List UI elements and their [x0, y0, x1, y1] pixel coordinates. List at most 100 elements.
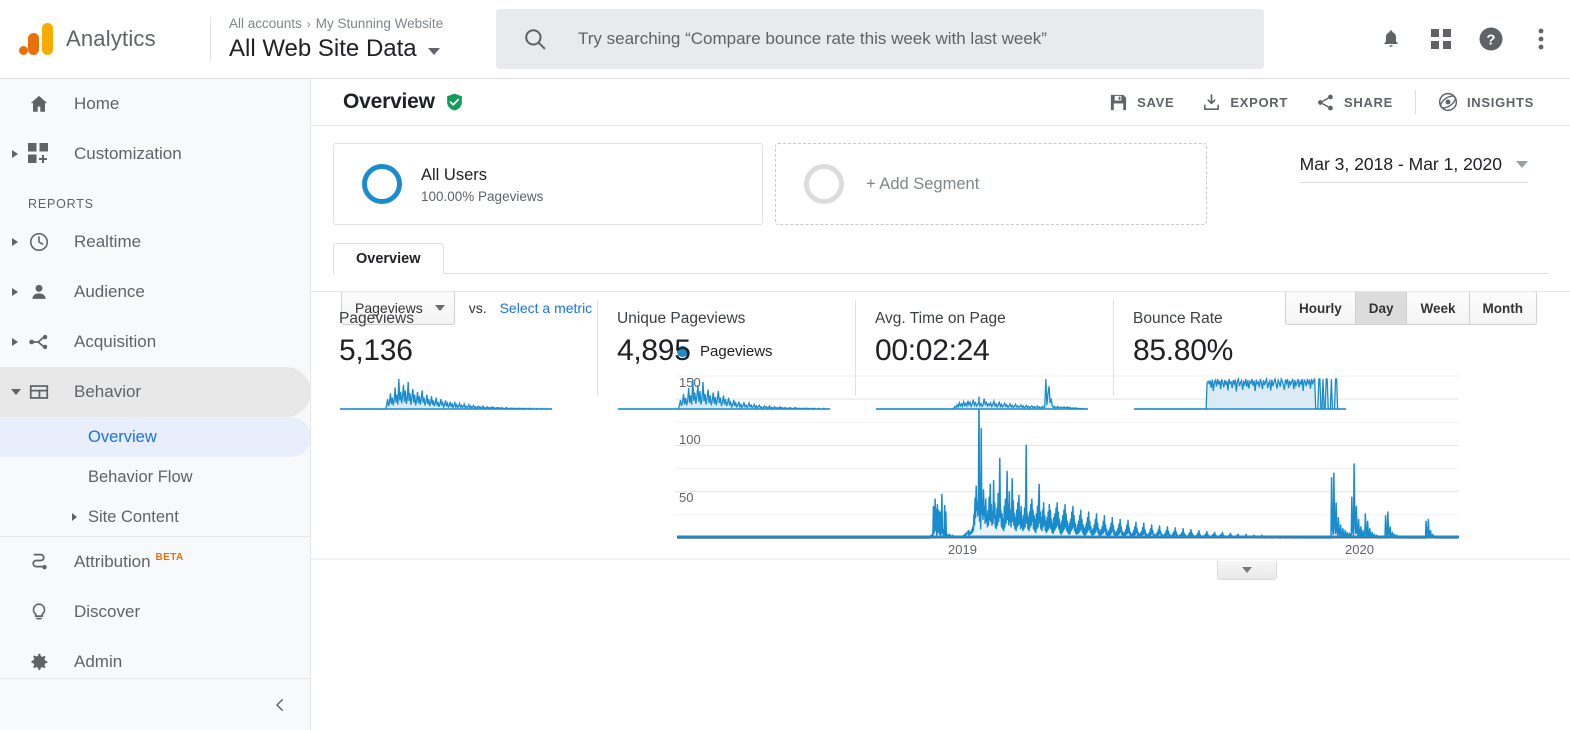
analytics-app: Analytics All accounts›My Stunning Websi…	[0, 0, 1570, 730]
breadcrumb-account[interactable]: All accounts	[229, 16, 302, 31]
export-label: EXPORT	[1230, 95, 1288, 110]
add-segment-ring-icon	[804, 164, 844, 204]
collapse-arrow-icon[interactable]	[11, 389, 21, 395]
brand-title: Analytics	[66, 26, 156, 52]
sidebar-item-attribution[interactable]: Attribution BETA	[0, 537, 311, 587]
metric-value: 85.80%	[1133, 334, 1351, 368]
sidebar-item-customization[interactable]: Customization	[0, 129, 311, 179]
add-segment-button[interactable]: + Add Segment	[775, 143, 1207, 225]
expand-arrow-icon[interactable]	[12, 150, 18, 158]
expand-arrow-icon[interactable]	[12, 338, 18, 346]
export-button[interactable]: EXPORT	[1188, 82, 1302, 122]
clock-icon	[28, 231, 54, 253]
header-actions: SAVE EXPORT SHARE	[1095, 82, 1548, 122]
metric-sparkline	[339, 376, 577, 417]
sidebar-item-home[interactable]: Home	[0, 79, 311, 129]
sidebar-item-behavior[interactable]: Behavior	[0, 367, 311, 417]
metric-card-bounce-rate[interactable]: Bounce Rate 85.80%	[1113, 292, 1351, 417]
breadcrumb-property[interactable]: My Stunning Website	[316, 16, 443, 31]
metric-label: Unique Pageviews	[617, 310, 835, 328]
chevron-down-icon	[1516, 161, 1528, 168]
metric-value: 4,895	[617, 334, 835, 368]
sidebar-subitem-label: Behavior Flow	[88, 468, 193, 487]
sidebar-item-site-content[interactable]: Site Content	[0, 497, 311, 536]
expand-arrow-icon[interactable]	[12, 288, 18, 296]
help-icon[interactable]: ?	[1476, 24, 1506, 54]
insights-button[interactable]: INSIGHTS	[1424, 82, 1548, 122]
granularity-week[interactable]: Week	[1407, 291, 1469, 325]
segment-ring-icon	[362, 164, 402, 204]
sidebar-item-label: Discover	[74, 602, 140, 622]
sidebar: Home Customization REPORTS	[0, 79, 311, 730]
insights-label: INSIGHTS	[1467, 95, 1534, 110]
sidebar-item-acquisition[interactable]: Acquisition	[0, 317, 311, 367]
sidebar-item-realtime[interactable]: Realtime	[0, 217, 311, 267]
person-icon	[28, 281, 54, 303]
top-bar-icons: ?	[1376, 24, 1570, 54]
segment-name: All Users	[421, 165, 543, 186]
bell-icon[interactable]	[1376, 24, 1406, 54]
share-button[interactable]: SHARE	[1302, 82, 1407, 122]
beta-badge: BETA	[156, 552, 184, 563]
chevron-down-icon[interactable]	[428, 48, 440, 55]
expand-arrow-icon[interactable]	[12, 238, 18, 246]
metric-label: Pageviews	[339, 310, 577, 328]
segment-card-all-users[interactable]: All Users 100.00% Pageviews	[333, 143, 763, 225]
account-selector[interactable]: All accounts›My Stunning Website All Web…	[211, 15, 481, 64]
report-tabs: Overview	[333, 243, 1570, 274]
search-icon	[522, 26, 548, 52]
save-button[interactable]: SAVE	[1095, 82, 1188, 122]
date-range-picker[interactable]: Mar 3, 2018 - Mar 1, 2020	[1300, 154, 1528, 183]
sidebar-item-behavior-overview[interactable]: Overview	[0, 417, 311, 457]
tab-overview[interactable]: Overview	[333, 243, 444, 274]
search-area	[496, 9, 1264, 69]
main-content: Overview SAVE	[311, 79, 1570, 730]
svg-text:?: ?	[1486, 32, 1495, 49]
sidebar-item-label: Home	[74, 94, 119, 114]
export-icon	[1202, 93, 1221, 112]
metric-card-avg-time-on-page[interactable]: Avg. Time on Page 00:02:24	[855, 292, 1093, 417]
page-header: Overview SAVE	[311, 79, 1570, 126]
page-title: Overview	[343, 90, 435, 114]
search-input[interactable]	[576, 28, 1236, 50]
metric-card-pageviews[interactable]: Pageviews 5,136	[339, 292, 577, 417]
google-analytics-logo-icon	[16, 19, 56, 59]
tabs-underline	[333, 273, 1549, 274]
search-box[interactable]	[496, 9, 1264, 69]
sidebar-collapse-row[interactable]	[0, 678, 311, 730]
customization-icon	[28, 143, 54, 165]
sidebar-item-label: Admin	[74, 652, 122, 672]
share-label: SHARE	[1344, 95, 1393, 110]
granularity-month[interactable]: Month	[1470, 291, 1537, 325]
granularity-day[interactable]: Day	[1356, 291, 1408, 325]
view-name: All Web Site Data	[229, 34, 417, 64]
attribution-icon	[28, 551, 54, 573]
more-vertical-icon[interactable]	[1526, 24, 1556, 54]
breadcrumb: All accounts›My Stunning Website	[229, 15, 481, 33]
sidebar-item-discover[interactable]: Discover	[0, 587, 311, 637]
sidebar-footer-nav: AttributionBETA Discover Adm	[0, 537, 311, 687]
sidebar-subitem-label: Site Content	[88, 508, 179, 527]
logo-area[interactable]: Analytics	[0, 19, 210, 59]
sidebar-item-behavior-flow[interactable]: Behavior Flow	[0, 457, 311, 497]
metric-card-unique-pageviews[interactable]: Unique Pageviews 4,895	[597, 292, 835, 417]
sidebar-scroll-region: Home Customization REPORTS	[0, 79, 311, 536]
sidebar-item-label: Audience	[74, 282, 145, 302]
sidebar-item-label: Behavior	[74, 382, 141, 402]
sidebar-item-label: Attribution	[74, 552, 151, 571]
insights-icon	[1438, 92, 1458, 112]
metric-sparkline	[1133, 376, 1351, 417]
chevron-left-icon[interactable]	[271, 696, 289, 714]
metric-label: Avg. Time on Page	[875, 310, 1093, 328]
segment-bar: All Users 100.00% Pageviews + Add Segmen…	[311, 126, 1570, 225]
date-range-value: Mar 3, 2018 - Mar 1, 2020	[1300, 154, 1502, 175]
behavior-icon	[28, 381, 54, 403]
apps-grid-icon[interactable]	[1426, 24, 1456, 54]
expand-arrow-icon[interactable]	[72, 513, 77, 521]
sidebar-subitem-label: Overview	[88, 428, 157, 447]
metric-sparkline	[875, 376, 1093, 417]
metric-sparkline	[617, 376, 835, 417]
home-icon	[28, 93, 54, 115]
sidebar-item-audience[interactable]: Audience	[0, 267, 311, 317]
chart-collapse-toggle[interactable]	[1217, 561, 1277, 580]
